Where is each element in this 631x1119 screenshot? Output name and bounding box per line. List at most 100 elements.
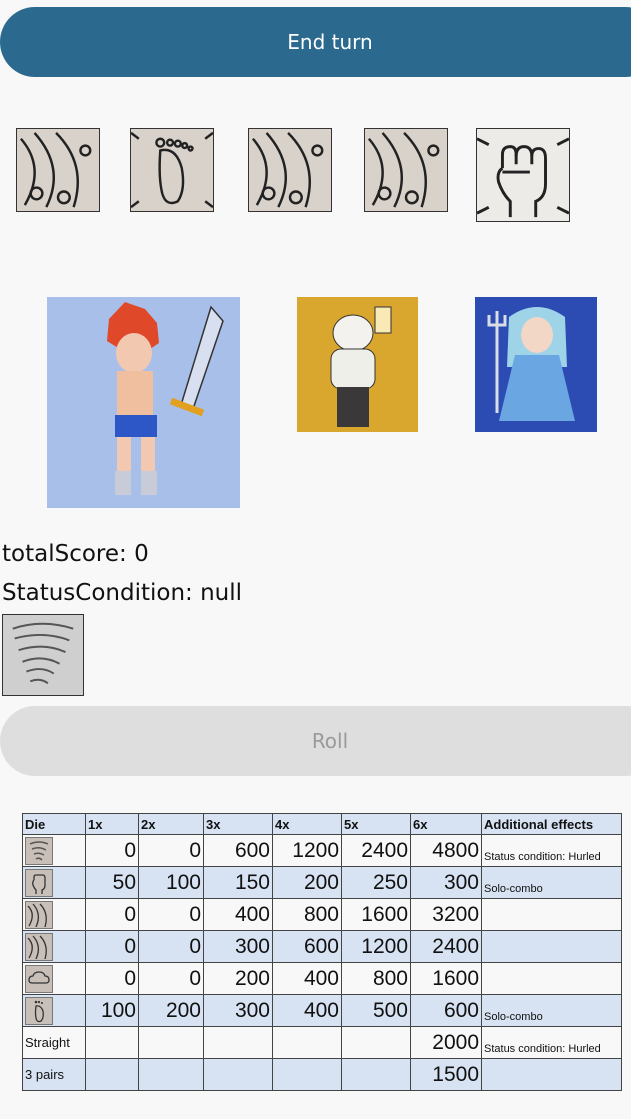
table-cell: 200 (272, 866, 342, 899)
table-cell: 0 (85, 962, 139, 995)
table-cell: 4800 (410, 834, 482, 867)
table-cell: 1200 (341, 930, 411, 963)
table-die-cell (22, 898, 86, 931)
table-cell: 200 (203, 962, 273, 995)
table-cell: 100 (138, 866, 204, 899)
table-label-cell: 3 pairs (22, 1058, 86, 1091)
table-cell: 0 (138, 898, 204, 931)
table-cell: 150 (203, 866, 273, 899)
total-score-text: totalScore: 0 (2, 541, 149, 567)
table-header-cell: 1x (85, 813, 139, 835)
table-die-cell (22, 962, 86, 995)
wind-swirl-icon (25, 900, 53, 929)
wind-swirl-icon (25, 932, 53, 961)
table-label-cell: Straight (22, 1026, 86, 1059)
die-fist-icon[interactable] (476, 128, 570, 222)
table-row: Straight 2000 Status condition: Hurled (22, 1026, 622, 1059)
table-cell: 3200 (410, 898, 482, 931)
table-effect-cell (481, 1058, 622, 1091)
table-header-row: Die 1x 2x 3x 4x 5x 6x Additional effects (22, 813, 622, 835)
table-die-cell (22, 834, 86, 867)
table-cell: 2400 (341, 834, 411, 867)
table-cell: 0 (138, 930, 204, 963)
table-die-cell (22, 994, 86, 1027)
table-cell: 1200 (272, 834, 342, 867)
table-cell (138, 1026, 204, 1059)
table-header-cell: 2x (138, 813, 204, 835)
tornado-icon (25, 836, 53, 865)
fist-icon (25, 868, 53, 897)
foot-icon (25, 996, 53, 1025)
table-effect-cell (481, 898, 622, 931)
hero-swordsman-portrait[interactable] (47, 297, 240, 508)
die-wind-swirl-icon[interactable] (248, 128, 332, 212)
table-row: 50 100 150 200 250 300 Solo-combo (22, 866, 622, 899)
table-header-cell: 3x (203, 813, 273, 835)
table-row: 100 200 300 400 500 600 Solo-combo (22, 994, 622, 1027)
table-cell: 0 (138, 834, 204, 867)
table-cell (203, 1058, 273, 1091)
table-effect-cell: Solo-combo (481, 994, 622, 1027)
table-cell: 0 (85, 898, 139, 931)
table-effect-cell: Status condition: Hurled (481, 1026, 622, 1059)
status-condition-text: StatusCondition: null (2, 580, 243, 606)
scoring-table: Die 1x 2x 3x 4x 5x 6x Additional effects… (22, 813, 622, 1091)
status-tornado-icon (2, 614, 84, 696)
table-cell (138, 1058, 204, 1091)
table-cell: 2000 (410, 1026, 482, 1059)
table-cell: 1600 (410, 962, 482, 995)
table-cell: 0 (138, 962, 204, 995)
die-wind-swirl-icon[interactable] (364, 128, 448, 212)
table-row: 0 0 400 800 1600 3200 (22, 898, 622, 931)
table-cell: 400 (203, 898, 273, 931)
cloud-icon (25, 964, 53, 993)
table-header-cell: Additional effects (481, 813, 622, 835)
table-cell (272, 1058, 342, 1091)
table-cell (272, 1026, 342, 1059)
die-wind-swirl-icon[interactable] (16, 128, 100, 212)
table-cell: 1500 (410, 1058, 482, 1091)
table-cell: 0 (85, 834, 139, 867)
table-header-cell: 6x (410, 813, 482, 835)
table-cell: 2400 (410, 930, 482, 963)
table-cell: 600 (203, 834, 273, 867)
table-cell: 1600 (341, 898, 411, 931)
table-cell (341, 1026, 411, 1059)
table-die-cell (22, 866, 86, 899)
table-cell: 600 (410, 994, 482, 1027)
table-cell: 400 (272, 962, 342, 995)
end-turn-button[interactable]: End turn (0, 7, 631, 77)
table-cell: 200 (138, 994, 204, 1027)
table-cell: 300 (203, 994, 273, 1027)
table-cell: 50 (85, 866, 139, 899)
table-row: 0 0 300 600 1200 2400 (22, 930, 622, 963)
table-cell: 600 (272, 930, 342, 963)
table-cell: 400 (272, 994, 342, 1027)
table-cell: 800 (272, 898, 342, 931)
table-cell (85, 1026, 139, 1059)
table-header-cell: Die (22, 813, 86, 835)
table-effect-cell (481, 930, 622, 963)
table-cell: 300 (203, 930, 273, 963)
table-cell: 500 (341, 994, 411, 1027)
table-header-cell: 5x (341, 813, 411, 835)
table-effect-cell: Solo-combo (481, 866, 622, 899)
table-row: 0 0 600 1200 2400 4800 Status condition:… (22, 834, 622, 867)
die-foot-icon[interactable] (130, 128, 214, 212)
table-cell: 100 (85, 994, 139, 1027)
brute-with-lantern-portrait[interactable] (297, 297, 418, 432)
table-row: 0 0 200 400 800 1600 (22, 962, 622, 995)
table-effect-cell: Status condition: Hurled (481, 834, 622, 867)
table-row: 3 pairs 1500 (22, 1058, 622, 1091)
table-cell: 250 (341, 866, 411, 899)
table-effect-cell (481, 962, 622, 995)
roll-button[interactable]: Roll (0, 706, 631, 776)
table-header-cell: 4x (272, 813, 342, 835)
table-die-cell (22, 930, 86, 963)
table-cell (203, 1026, 273, 1059)
table-cell: 0 (85, 930, 139, 963)
table-cell (341, 1058, 411, 1091)
table-cell: 300 (410, 866, 482, 899)
table-cell (85, 1058, 139, 1091)
sea-princess-trident-portrait[interactable] (475, 297, 597, 432)
